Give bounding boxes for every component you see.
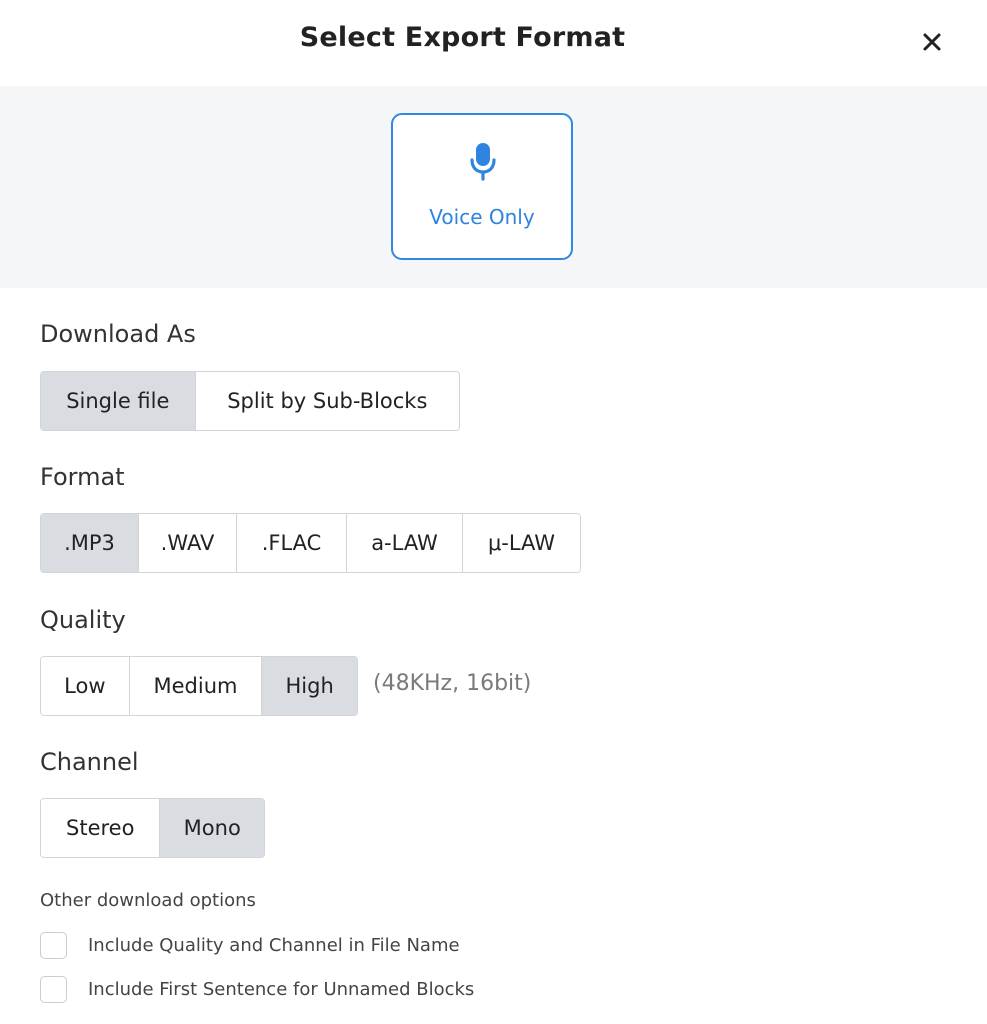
download-single-file-button[interactable]: Single file [41, 372, 196, 430]
format-flac-button[interactable]: .FLAC [237, 514, 347, 572]
quality-label: Quality [40, 606, 126, 634]
quality-high-button[interactable]: High [262, 657, 357, 715]
format-mu-law-button[interactable]: μ-LAW [463, 514, 580, 572]
format-mp3-button[interactable]: .MP3 [41, 514, 139, 572]
include-quality-channel-checkbox[interactable] [40, 931, 67, 959]
quality-spec-note: (48KHz, 16bit) [373, 671, 532, 696]
export-format-dialog: Select Export Format Voice Only Download… [0, 0, 987, 1024]
microphone-icon [470, 143, 496, 181]
include-first-sentence-checkbox[interactable] [40, 975, 67, 1003]
include-quality-channel-label: Include Quality and Channel in File Name [88, 934, 460, 956]
voice-only-card[interactable]: Voice Only [391, 113, 573, 260]
format-label: Format [40, 463, 125, 491]
download-as-label: Download As [40, 320, 196, 348]
download-split-by-sub-blocks-button[interactable]: Split by Sub-Blocks [195, 372, 459, 430]
format-a-law-button[interactable]: a-LAW [347, 514, 463, 572]
voice-only-label: Voice Only [429, 205, 535, 229]
format-wav-button[interactable]: .WAV [139, 514, 237, 572]
channel-stereo-button[interactable]: Stereo [41, 799, 161, 857]
source-selection-panel: Voice Only [0, 86, 987, 288]
quality-low-button[interactable]: Low [41, 657, 130, 715]
close-button[interactable] [914, 26, 950, 58]
download-as-segmented-control: Single file Split by Sub-Blocks [40, 371, 460, 431]
channel-mono-button[interactable]: Mono [160, 799, 264, 857]
quality-medium-button[interactable]: Medium [129, 657, 263, 715]
channel-label: Channel [40, 748, 139, 776]
include-first-sentence-label: Include First Sentence for Unnamed Block… [88, 978, 475, 1000]
channel-segmented-control: Stereo Mono [40, 798, 265, 858]
include-first-sentence-option: Include First Sentence for Unnamed Block… [40, 975, 474, 1003]
dialog-title: Select Export Format [299, 22, 626, 53]
other-download-options-label: Other download options [40, 890, 256, 911]
close-icon [923, 33, 941, 51]
dialog-header: Select Export Format [0, 0, 987, 84]
include-quality-channel-option: Include Quality and Channel in File Name [40, 931, 460, 959]
quality-segmented-control: Low Medium High [40, 656, 358, 716]
format-segmented-control: .MP3 .WAV .FLAC a-LAW μ-LAW [40, 513, 581, 573]
